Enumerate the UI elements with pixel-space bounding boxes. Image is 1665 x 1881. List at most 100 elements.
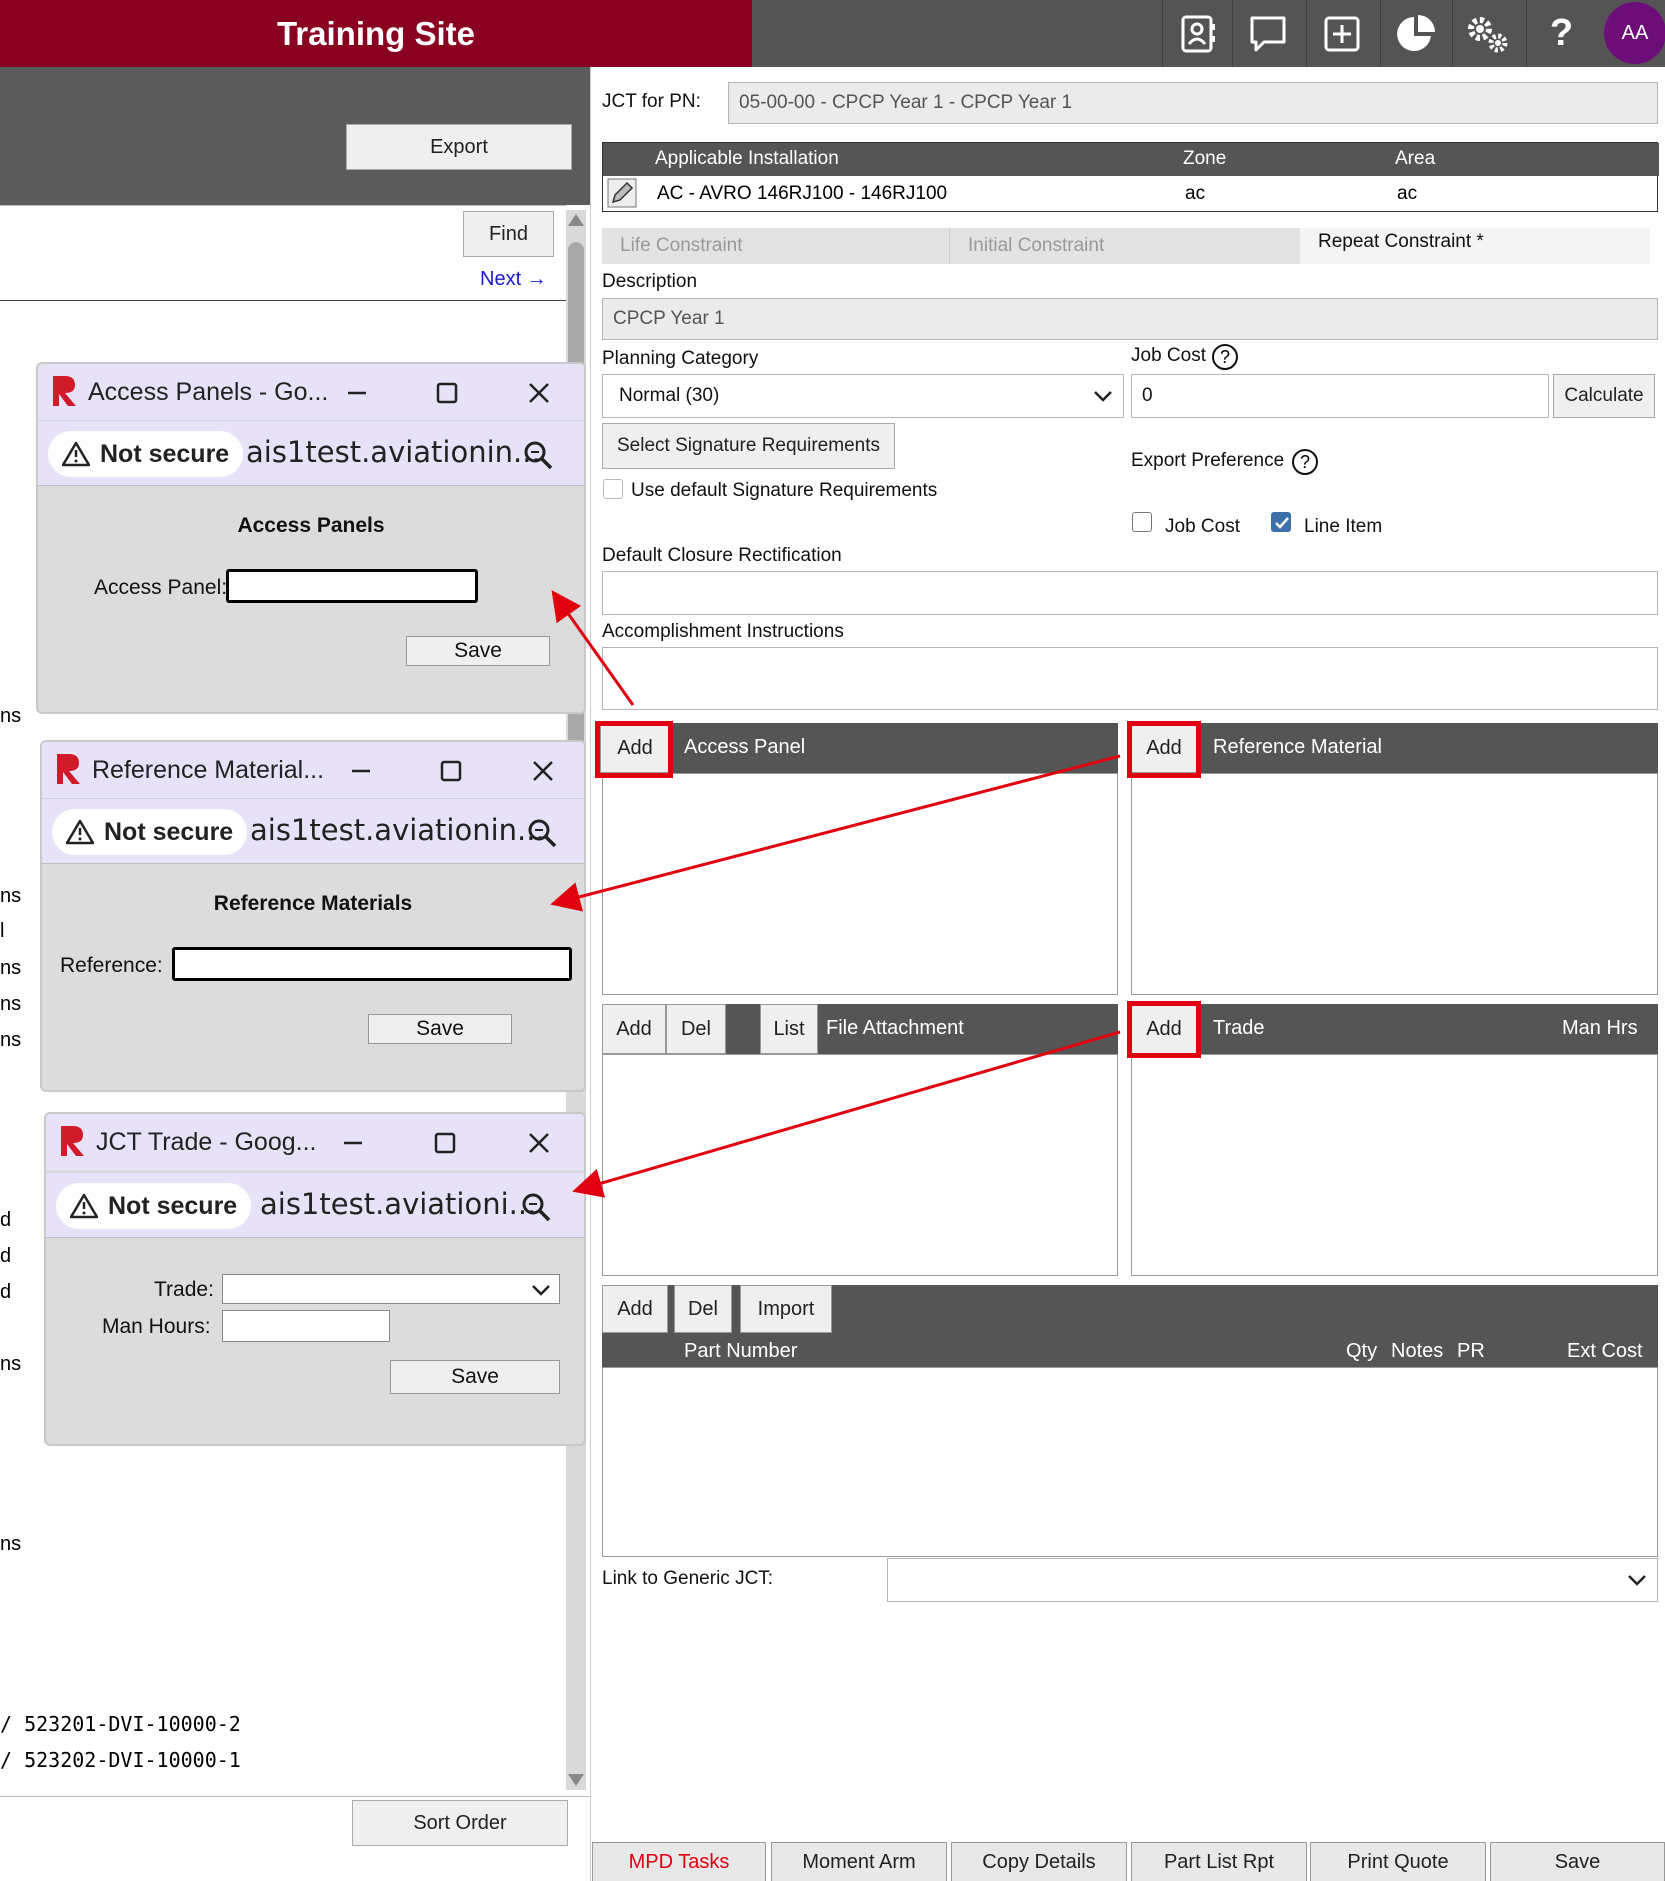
planning-category-select[interactable]: Normal (30): [602, 374, 1124, 418]
highlight-box: [1127, 1001, 1201, 1058]
help-icon[interactable]: ?: [1212, 344, 1238, 370]
column-header: Applicable Installation: [655, 148, 839, 169]
highlight-box: [595, 721, 673, 778]
not-secure-badge[interactable]: Not secure: [56, 1183, 252, 1229]
app-logo-icon: [53, 376, 76, 406]
link-generic-jct-select[interactable]: [887, 1558, 1658, 1602]
popup-url[interactable]: ais1test.aviationi...: [260, 1187, 536, 1221]
maximize-icon[interactable]: [428, 1126, 462, 1160]
man-hours-input[interactable]: [222, 1310, 390, 1342]
zoom-icon[interactable]: [520, 1191, 552, 1223]
installation-table: Applicable Installation Zone Area AC - A…: [602, 142, 1659, 212]
list-fragment: d: [0, 1245, 12, 1267]
export-line-item-checkbox[interactable]: [1271, 512, 1291, 532]
tab-repeat-constraint[interactable]: Repeat Constraint *: [1300, 228, 1650, 264]
trade-select[interactable]: [222, 1274, 560, 1304]
calculate-button[interactable]: Calculate: [1553, 374, 1655, 418]
find-button[interactable]: Find: [463, 211, 554, 257]
settings-gears-icon[interactable]: [1452, 0, 1522, 67]
accomplishment-label: Accomplishment Instructions: [602, 621, 844, 642]
address-bar: Not secure ais1test.aviationin...: [42, 798, 584, 864]
not-secure-badge[interactable]: Not secure: [48, 431, 244, 477]
export-preference-label: Export Preference: [1131, 450, 1285, 471]
man-hours-label: Man Hours:: [102, 1315, 211, 1338]
tab-mpd-tasks[interactable]: MPD Tasks: [592, 1842, 766, 1881]
part-number-column: Part Number: [684, 1340, 798, 1362]
popup-url[interactable]: ais1test.aviationin...: [250, 813, 545, 847]
reference-material-title: Reference Material: [1213, 736, 1382, 758]
tab-copy-details[interactable]: Copy Details: [951, 1842, 1127, 1881]
next-link[interactable]: Next →: [480, 268, 547, 291]
not-secure-label: Not secure: [108, 1191, 238, 1220]
use-default-signature-label: Use default Signature Requirements: [631, 480, 938, 501]
access-panel-label: Access Panel:: [94, 576, 228, 599]
description-field[interactable]: CPCP Year 1: [602, 298, 1658, 340]
highlight-box: [1127, 721, 1201, 778]
tab-initial-constraint[interactable]: Initial Constraint: [950, 228, 1300, 264]
export-job-cost-checkbox[interactable]: [1132, 512, 1152, 532]
minimize-icon[interactable]: [340, 376, 374, 410]
chevron-down-icon: [1628, 1575, 1646, 1586]
access-panel-input[interactable]: [226, 569, 478, 603]
jct-for-pn-field: 05-00-00 - CPCP Year 1 - CPCP Year 1: [728, 82, 1658, 124]
chat-icon[interactable]: [1232, 0, 1302, 67]
accomplishment-textarea[interactable]: [602, 647, 1658, 710]
popup-title: JCT Trade - Goog...: [96, 1128, 317, 1156]
minimize-icon[interactable]: [344, 754, 378, 788]
default-closure-label: Default Closure Rectification: [602, 545, 842, 566]
access-panel-bar: [600, 723, 1118, 773]
add-part-button[interactable]: Add: [602, 1285, 668, 1333]
app-logo-icon: [57, 754, 80, 784]
sort-order-button[interactable]: Sort Order: [352, 1800, 568, 1846]
save-button[interactable]: Save: [1490, 1842, 1665, 1881]
add-square-icon[interactable]: [1306, 0, 1376, 67]
save-button[interactable]: Save: [406, 636, 550, 666]
pie-chart-icon[interactable]: [1380, 0, 1450, 67]
delete-file-button[interactable]: Del: [666, 1004, 726, 1054]
delete-part-button[interactable]: Del: [674, 1285, 732, 1333]
app-logo-icon: [61, 1126, 84, 1156]
minimize-icon[interactable]: [336, 1126, 370, 1160]
reference-material-bar: [1130, 723, 1658, 773]
reference-input[interactable]: [172, 947, 572, 981]
close-icon[interactable]: [522, 376, 556, 410]
list-fragment: ns: [0, 993, 22, 1015]
use-default-signature-checkbox[interactable]: [603, 479, 623, 499]
maximize-icon[interactable]: [434, 754, 468, 788]
not-secure-badge[interactable]: Not secure: [52, 809, 248, 855]
default-closure-input[interactable]: [602, 571, 1658, 615]
import-parts-button[interactable]: Import: [740, 1285, 832, 1333]
help-icon[interactable]: ?: [1526, 0, 1596, 67]
zoom-icon[interactable]: [522, 439, 554, 471]
popup-heading: Access Panels: [237, 514, 385, 537]
save-button[interactable]: Save: [390, 1360, 560, 1394]
reference-row: / 523201-DVI-10000-2: [0, 1712, 241, 1736]
close-icon[interactable]: [522, 1126, 556, 1160]
column-header: Zone: [1183, 148, 1227, 169]
close-icon[interactable]: [526, 754, 560, 788]
export-button[interactable]: Export: [346, 124, 572, 170]
installation-name: AC - AVRO 146RJ100 - 146RJ100: [657, 183, 948, 204]
popup-url[interactable]: ais1test.aviationin...: [246, 435, 541, 469]
edit-icon[interactable]: [607, 178, 637, 208]
select-signature-requirements-button[interactable]: Select Signature Requirements: [602, 423, 895, 469]
installation-area: ac: [1397, 183, 1418, 204]
access-panel-list: [602, 773, 1118, 995]
avatar[interactable]: AA: [1604, 2, 1665, 64]
tab-moment-arm[interactable]: Moment Arm: [771, 1842, 947, 1881]
help-icon[interactable]: ?: [1292, 449, 1318, 475]
list-fragment: ns: [0, 957, 22, 979]
contact-card-icon[interactable]: [1162, 0, 1232, 67]
tab-print-quote[interactable]: Print Quote: [1310, 1842, 1486, 1881]
export-job-cost-label: Job Cost: [1165, 516, 1240, 537]
add-file-button[interactable]: Add: [602, 1004, 666, 1054]
save-button[interactable]: Save: [368, 1014, 512, 1044]
maximize-icon[interactable]: [430, 376, 464, 410]
address-bar: Not secure ais1test.aviationin...: [38, 420, 584, 486]
tab-part-list-rpt[interactable]: Part List Rpt: [1131, 1842, 1307, 1881]
tab-life-constraint[interactable]: Life Constraint: [602, 228, 950, 264]
list-fragment: ns: [0, 1533, 22, 1555]
list-files-button[interactable]: List: [760, 1004, 818, 1054]
job-cost-input[interactable]: 0: [1131, 374, 1549, 418]
zoom-icon[interactable]: [526, 817, 558, 849]
